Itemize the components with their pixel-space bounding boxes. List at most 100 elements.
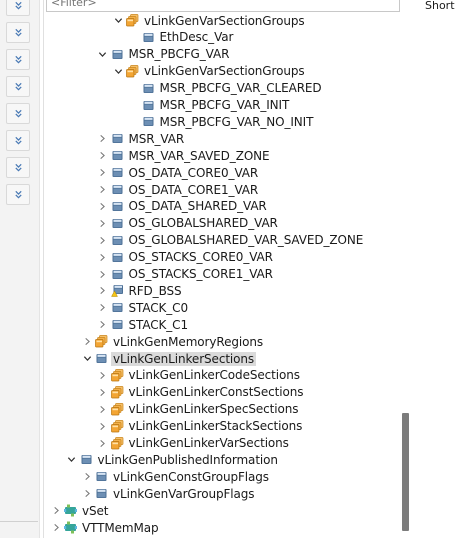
expand-toggle[interactable] [97,48,109,60]
chevron-right-icon [100,321,105,329]
expand-toggle[interactable] [81,471,93,483]
expand-toggle[interactable] [97,150,109,162]
vertical-scrollbar-thumb[interactable] [402,413,409,531]
chevron-right-icon [100,405,105,413]
tree-item[interactable]: MSR_PBCFG_VAR [97,46,232,63]
tree-item[interactable]: vLinkGenLinkerSpecSections [97,401,301,418]
folder-stack-icon [110,385,124,399]
double-chevron-down-icon [14,136,22,145]
chevron-right-icon [100,304,105,312]
tree-item[interactable]: STACK_C0 [97,299,190,316]
tree-item[interactable]: vLinkGenPublishedInformation [66,451,280,468]
tree-item[interactable]: MSR_PBCFG_VAR_INIT [128,97,292,114]
tree-item-label: vLinkGenVarGroupFlags [113,486,255,501]
tree-item[interactable]: MSR_VAR [97,130,187,147]
tree-item[interactable]: vLinkGenVarGroupFlags [81,485,256,502]
chevron-right-icon [100,135,105,143]
tree-item[interactable]: OS_GLOBALSHARED_VAR [97,215,280,232]
tree-item[interactable]: vLinkGenLinkerConstSections [97,384,306,401]
tree-item-label: MSR_PBCFG_VAR [128,47,230,62]
filter-field[interactable] [46,0,407,12]
tree-item[interactable]: STACK_C1 [97,316,190,333]
column-header-short[interactable]: Short [425,0,455,12]
collapse-all-button[interactable] [6,76,30,97]
chevron-right-icon [100,270,105,278]
collapse-all-button[interactable] [6,0,30,16]
expand-toggle[interactable] [50,505,62,517]
collapse-all-button[interactable] [6,103,30,124]
tree-item[interactable]: vLinkGenMemoryRegions [81,333,265,350]
expand-toggle[interactable] [81,488,93,500]
tree-item[interactable]: vLinkGenVarSectionGroups [112,63,307,80]
tree-item[interactable]: OS_DATA_CORE0_VAR [97,164,261,181]
chevron-right-icon [100,219,105,227]
expand-toggle[interactable] [97,285,109,297]
filter-input[interactable] [47,0,407,11]
tree-item-label: vLinkGenLinkerSpecSections [128,402,299,417]
tree-item[interactable]: VTTMemMap [50,519,161,536]
expand-spacer [128,116,140,128]
tree-item[interactable]: vLinkGenLinkerVarSections [97,435,291,452]
collapse-all-button[interactable] [6,49,30,70]
tree-item-label: OS_STACKS_CORE1_VAR [128,267,274,281]
expand-toggle[interactable] [66,454,78,466]
tree-item-label: STACK_C1 [128,317,189,332]
expand-toggle[interactable] [97,319,109,331]
tree-item[interactable]: vSet [50,502,110,519]
folder-stack-icon [95,335,108,348]
expand-toggle[interactable] [97,184,109,196]
collapse-all-button[interactable] [6,157,30,178]
expand-toggle[interactable] [97,420,109,432]
chevron-down-icon [67,457,76,463]
tree-item[interactable]: OS_DATA_SHARED_VAR [97,198,269,215]
expand-toggle[interactable] [97,234,109,246]
tree-item[interactable]: vLinkGenConstGroupFlags [81,468,271,485]
tree-item-label: VTTMemMap [82,520,159,535]
expand-spacer [128,99,140,111]
tree-item[interactable]: EthDesc_Var [128,29,236,46]
tree-item[interactable]: MSR_VAR_SAVED_ZONE [97,147,272,164]
collapse-all-button[interactable] [6,22,30,43]
tree-item-label: vSet [82,503,109,518]
tree-item[interactable]: MSR_PBCFG_VAR_CLEARED [128,80,324,97]
element-icon [142,99,155,112]
expand-toggle[interactable] [97,167,109,179]
expand-spacer [128,82,140,94]
expand-toggle[interactable] [112,65,124,77]
tree-item[interactable]: OS_STACKS_CORE1_VAR [97,266,275,283]
expand-toggle[interactable] [97,133,109,145]
tree-item[interactable]: OS_DATA_CORE1_VAR [97,181,261,198]
tree-item[interactable]: OS_STACKS_CORE0_VAR [97,249,275,266]
expand-toggle[interactable] [97,369,109,381]
element-icon [95,487,108,500]
expand-toggle[interactable] [81,336,93,348]
collapse-all-button[interactable] [6,184,30,205]
element-icon [142,82,155,95]
tree-item-label: MSR_VAR [128,131,185,146]
tree-item[interactable]: RFD_BSS [97,282,184,299]
collapse-all-button[interactable] [6,130,30,151]
expand-toggle[interactable] [97,251,109,263]
expand-toggle[interactable] [81,353,93,365]
expand-toggle[interactable] [97,302,109,314]
expand-toggle[interactable] [112,15,124,27]
bsw-module-icon [64,504,77,517]
tree-item-label: RFD_BSS [128,283,182,298]
expand-toggle[interactable] [97,217,109,229]
expand-toggle[interactable] [97,200,109,212]
expand-toggle[interactable] [97,386,109,398]
expand-toggle[interactable] [97,268,109,280]
expand-toggle[interactable] [97,437,109,449]
tree-item[interactable]: vLinkGenLinkerSections [81,350,257,367]
tree-item[interactable]: vLinkGenVarSectionGroups [112,12,307,29]
tree-item[interactable]: vLinkGenLinkerStackSections [97,418,305,435]
tree-item[interactable]: MSR_PBCFG_VAR_NO_INIT [128,113,316,130]
chevron-right-icon [100,152,105,160]
chevron-down-icon [114,18,122,24]
expand-toggle[interactable] [97,403,109,415]
bsw-module-icon [64,521,77,534]
tree-item[interactable]: OS_GLOBALSHARED_VAR_SAVED_ZONE [97,232,366,249]
expand-toggle[interactable] [50,522,62,534]
tree-item[interactable]: vLinkGenLinkerCodeSections [97,367,302,384]
folder-stack-icon [110,402,124,416]
